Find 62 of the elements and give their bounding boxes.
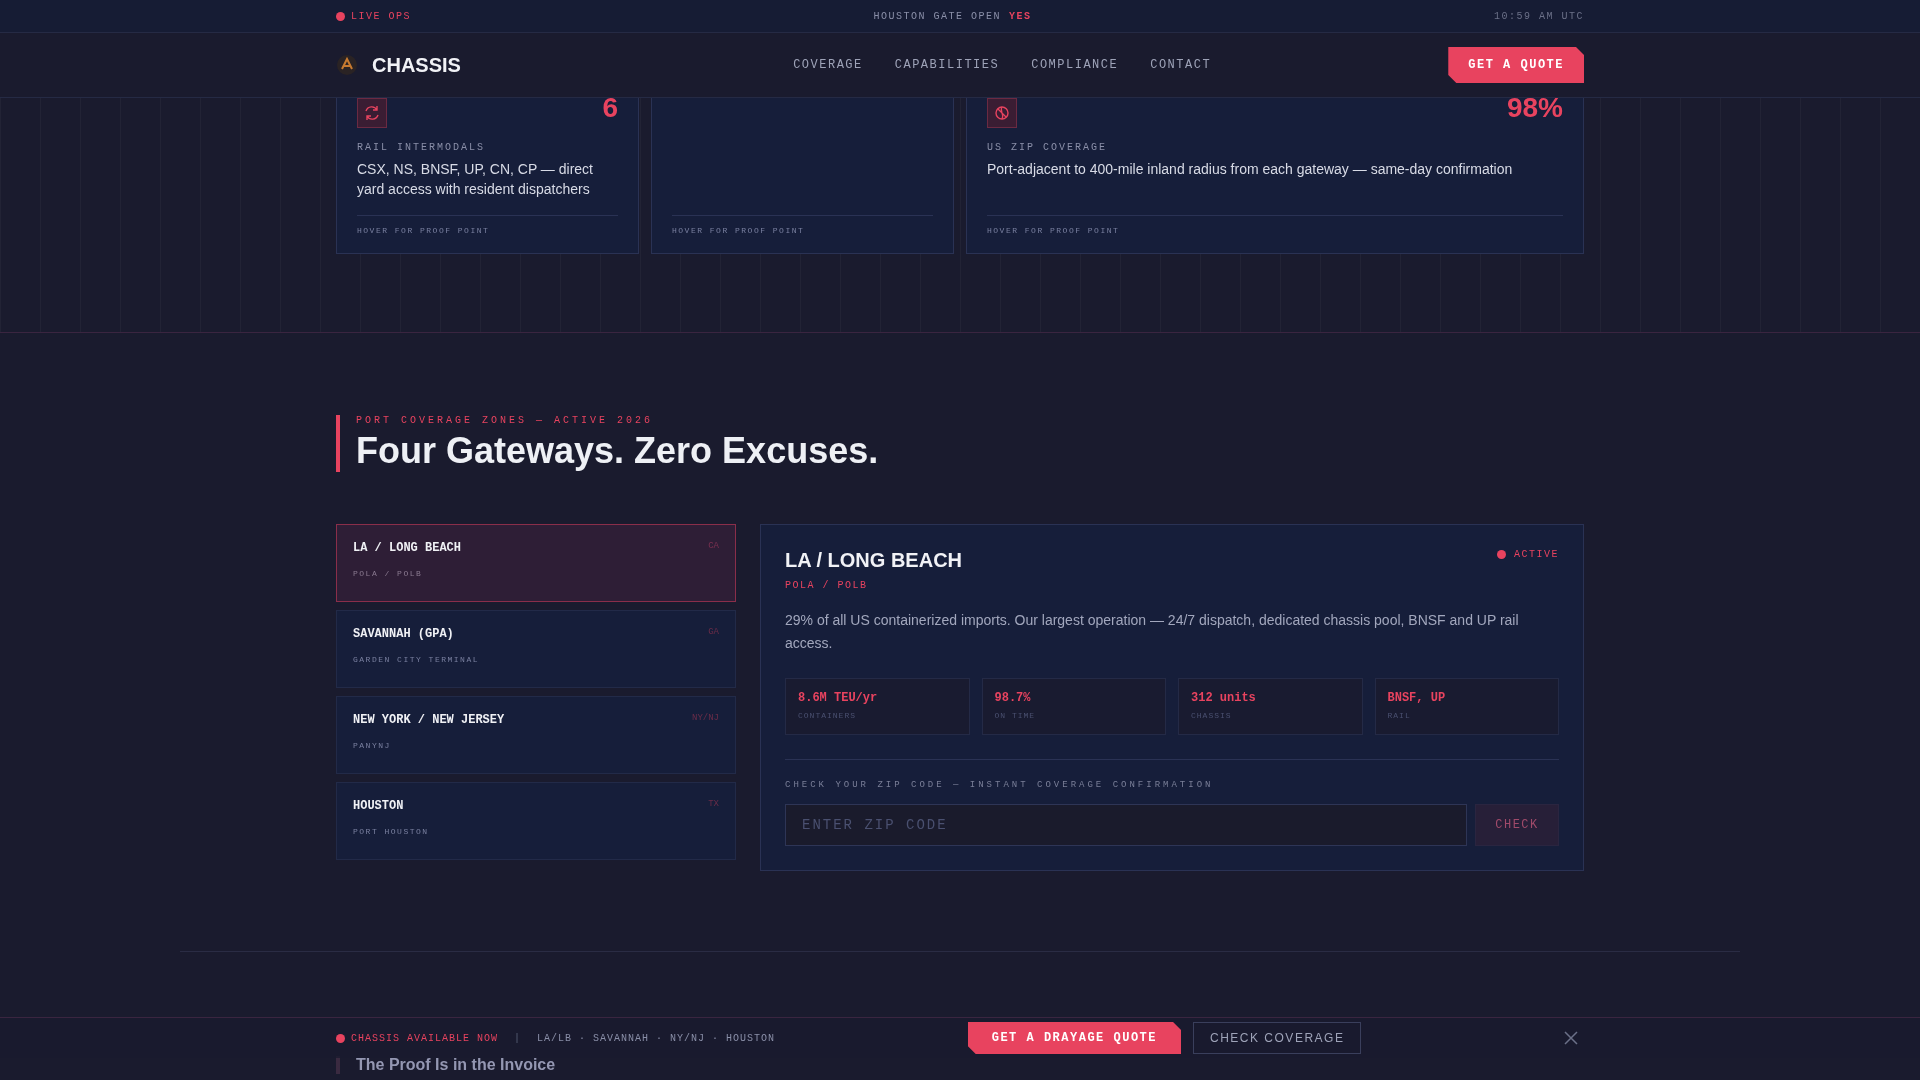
metric-label: RAIL [1387, 711, 1412, 720]
proof-point-hint: HOVER FOR PROOF POINT [987, 215, 1563, 235]
port-state: GA [708, 627, 719, 639]
zip-code-field[interactable]: ENTER ZIP CODE [785, 804, 1467, 846]
port-list-item[interactable]: NEW YORK / NEW JERSEY NY/NJ PANYNJ [336, 696, 736, 774]
section-title: Four Gateways. Zero Excuses. [356, 430, 880, 472]
clock-time: 10:59 AM UTC [1493, 10, 1584, 22]
nav-link[interactable]: CAPABILITIES [894, 58, 1000, 72]
stat-value: 6 [602, 92, 618, 124]
separator: | [514, 1032, 522, 1044]
status-dot [1497, 550, 1506, 559]
port-name: LA / LONG BEACH [353, 541, 462, 555]
stat-label: US ZIP COVERAGE [987, 142, 1108, 153]
zip-check-label: CHECK YOUR ZIP CODE — INSTANT COVERAGE CONFIRMATION [785, 780, 1215, 790]
proof-point-hint: HOVER FOR PROOF POINT [357, 215, 618, 235]
port-list-item[interactable]: SAVANNAH (GPA) GA GARDEN CITY TERMINAL [336, 610, 736, 688]
port-state: CA [708, 541, 719, 553]
section-eyebrow: PORT COVERAGE ZONES — ACTIVE 2026 [356, 415, 655, 426]
live-label: LIVE OPS [351, 10, 411, 22]
stat-description: Port-adjacent to 400-mile inland radius from each gateway — same-day confirmation [987, 160, 1514, 179]
metric-label: ON TIME [994, 711, 1037, 720]
port-terminal: GARDEN CITY TERMINAL [353, 655, 480, 664]
metric-value: BNSF, UP [1387, 691, 1447, 705]
port-list-summary: LA/LB · SAVANNAH · NY/NJ · HOUSTON [537, 1032, 776, 1044]
gate-status: YES [1009, 10, 1032, 22]
brand-name[interactable]: CHASSIS [372, 53, 461, 77]
availability-dot [336, 1033, 345, 1043]
stat-description: CSX, NS, BNSF, UP, CN, CP — direct yard access with resident dispatchers [357, 160, 594, 199]
stat-value: 98% [1506, 92, 1563, 124]
nav-link[interactable]: COVERAGE [793, 58, 863, 72]
metric-value: 312 units [1191, 691, 1257, 705]
status-label: ACTIVE [1514, 549, 1559, 560]
stat-label: RAIL INTERMODALS [357, 142, 486, 153]
port-detail-subtitle: POLA / POLB [785, 580, 869, 591]
nav-link[interactable]: CONTACT [1150, 58, 1212, 72]
refresh-icon [357, 98, 387, 128]
availability-label: CHASSIS AVAILABLE NOW [351, 1032, 499, 1044]
port-detail-title: LA / LONG BEACH [785, 549, 963, 572]
close-icon[interactable] [1564, 1031, 1578, 1045]
live-indicator-dot [336, 11, 345, 21]
port-name: NEW YORK / NEW JERSEY [353, 713, 505, 727]
port-state: TX [708, 799, 719, 811]
quote-button[interactable]: GET A QUOTE [1448, 47, 1584, 83]
metric-label: CHASSIS [1191, 711, 1233, 720]
drayage-quote-button[interactable]: GET A DRAYAGE QUOTE [967, 1022, 1182, 1054]
metric-value: 98.7% [994, 691, 1032, 705]
nav-link[interactable]: COMPLIANCE [1031, 58, 1119, 72]
check-coverage-button[interactable]: CHECK COVERAGE [1193, 1022, 1362, 1054]
port-state: NY/NJ [692, 713, 719, 725]
metric-label: CONTAINERS [798, 711, 857, 720]
logo-icon[interactable] [336, 54, 358, 76]
gate-label: HOUSTON GATE OPEN [873, 10, 1001, 22]
proof-point-hint: HOVER FOR PROOF POINT [672, 215, 933, 235]
port-terminal: POLA / POLB [353, 569, 424, 578]
port-list-item[interactable]: LA / LONG BEACH CA POLA / POLB [336, 524, 736, 602]
port-description: 29% of all US containerized imports. Our largest operation — 24/7 dispatch, dedicated chassis pool, BNSF and UP rail access. [785, 611, 1520, 653]
port-name: SAVANNAH (GPA) [353, 627, 454, 641]
metric-value: 8.6M TEU/yr [798, 691, 879, 705]
port-name: HOUSTON [353, 799, 404, 813]
port-terminal: PANYNJ [353, 741, 392, 750]
port-list-item[interactable]: HOUSTON TX PORT HOUSTON [336, 782, 736, 860]
port-terminal: PORT HOUSTON [353, 827, 430, 836]
